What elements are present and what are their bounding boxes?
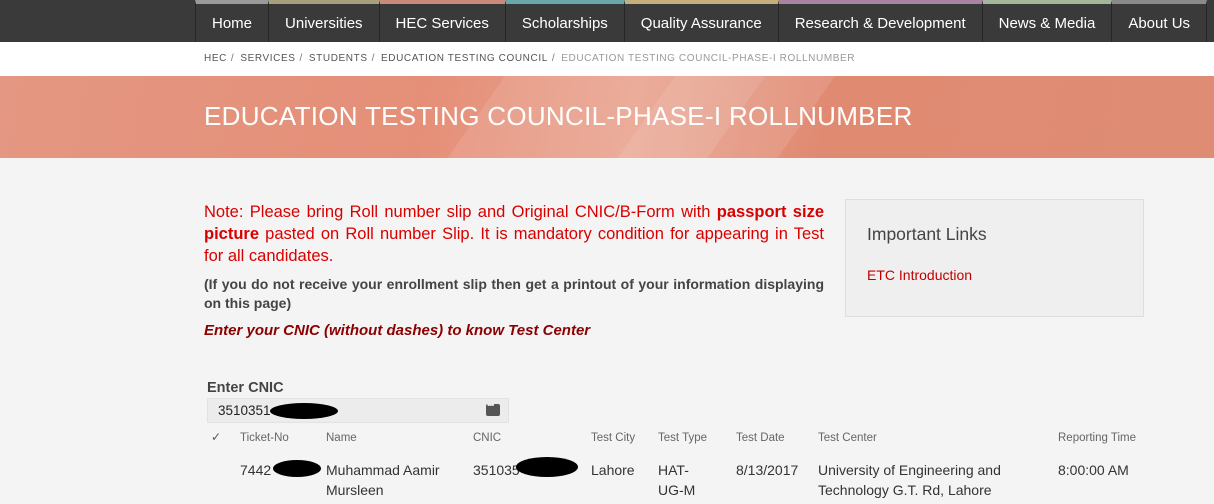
page-banner: EDUCATION TESTING COUNCIL-PHASE-I ROLLNU…	[0, 76, 1214, 158]
cell-test-center: University of Engineering and Technology…	[818, 462, 1001, 498]
check-icon: ✓	[211, 430, 222, 444]
header-test-center: Test Center	[818, 432, 877, 444]
header-cnic: CNIC	[473, 432, 502, 444]
breadcrumb-separator: /	[299, 53, 303, 64]
main-nav: Home Universities HEC Services Scholarsh…	[195, 0, 1208, 42]
cell-name: Muhammad Aamir Mursleen	[326, 462, 440, 498]
note-text-continued: pasted on Roll number Slip. It is mandat…	[204, 225, 824, 265]
cell-reporting-time: 8:00:00 AM	[1058, 462, 1129, 478]
nav-hec-services[interactable]: HEC Services	[379, 0, 506, 42]
etc-introduction-link[interactable]: ETC Introduction	[867, 267, 972, 283]
roll-number-note: Note: Please bring Roll number slip and …	[204, 201, 824, 267]
cell-test-date: 8/13/2017	[736, 462, 799, 478]
cell-ticket-no: 7442	[240, 462, 272, 478]
breadcrumb-students[interactable]: STUDENTS	[309, 53, 368, 64]
page-title: EDUCATION TESTING COUNCIL-PHASE-I ROLLNU…	[204, 101, 913, 131]
breadcrumb-current: EDUCATION TESTING COUNCIL-PHASE-I ROLLNU…	[561, 53, 856, 64]
header-test-city: Test City	[591, 432, 636, 444]
redaction-mark	[516, 457, 578, 477]
enrollment-slip-note: (If you do not receive your enrollment s…	[204, 276, 824, 311]
header-test-type: Test Type	[658, 432, 708, 444]
cell-cnic: 351035	[473, 462, 520, 478]
breadcrumb-separator: /	[371, 53, 375, 64]
nav-quality-assurance[interactable]: Quality Assurance	[624, 0, 779, 42]
cnic-input[interactable]: 3510351	[207, 398, 509, 423]
breadcrumb-etc[interactable]: EDUCATION TESTING COUNCIL	[381, 53, 548, 64]
redaction-mark	[273, 460, 321, 477]
header-name: Name	[326, 432, 357, 444]
nav-news-media[interactable]: News & Media	[982, 0, 1113, 42]
cnic-value: 3510351	[218, 403, 271, 418]
breadcrumb-separator: /	[230, 53, 235, 64]
nav-scholarships[interactable]: Scholarships	[505, 0, 625, 42]
header-reporting-time: Reporting Time	[1058, 432, 1136, 444]
redaction-mark	[270, 403, 338, 419]
header-test-date: Test Date	[736, 432, 785, 444]
breadcrumb-separator: /	[551, 53, 556, 64]
breadcrumb-hec[interactable]: HEC	[204, 53, 227, 64]
cell-test-city: Lahore	[591, 462, 635, 478]
cell-test-type: HAT-UG-M	[658, 462, 696, 498]
nav-universities[interactable]: Universities	[269, 0, 380, 42]
cnic-prompt: Enter your CNIC (without dashes) to know…	[204, 322, 591, 339]
nav-research-development[interactable]: Research & Development	[778, 0, 983, 42]
breadcrumb: HEC / SERVICES / STUDENTS / EDUCATION TESTI…	[204, 53, 855, 64]
nav-about-us[interactable]: About Us	[1112, 0, 1208, 42]
nav-home[interactable]: Home	[195, 0, 270, 42]
important-links-title: Important Links	[867, 224, 987, 244]
cnic-label: Enter CNIC	[207, 380, 284, 396]
header-ticket-no: Ticket-No	[240, 432, 289, 444]
keyboard-icon[interactable]	[486, 400, 500, 416]
important-links-panel: Important Links ETC Introduction	[845, 199, 1144, 317]
note-text: Note: Please bring Roll number slip and …	[204, 203, 717, 221]
breadcrumb-services[interactable]: SERVICES	[240, 53, 295, 64]
